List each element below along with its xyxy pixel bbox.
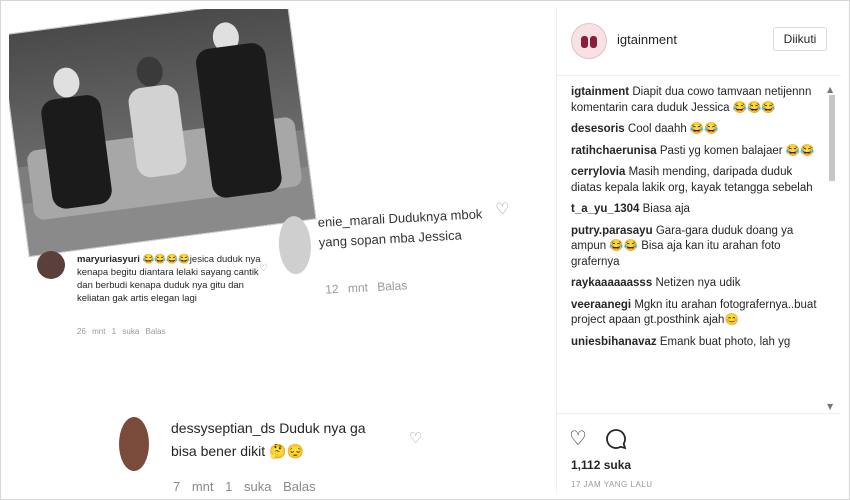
comments-list[interactable]: igtainment Diapit dua cowo tamvaan netij… bbox=[571, 85, 826, 411]
comment-username[interactable]: raykaaaaaasss bbox=[571, 277, 652, 289]
following-button[interactable]: Diikuti bbox=[773, 27, 827, 51]
heart-icon: ♡ bbox=[494, 200, 511, 219]
heart-icon[interactable]: ♡ bbox=[569, 426, 587, 450]
comment-item: desesoris Cool daahh 😂😂 bbox=[571, 122, 826, 138]
comment-item: ratihchaerunisa Pasti yg komen balajaer … bbox=[571, 144, 826, 160]
heart-icon: ♡ bbox=[259, 263, 268, 274]
comment-screenshot: dessyseptian_ds Duduk nya ga bisa bener … bbox=[117, 415, 427, 493]
comment-username[interactable]: ratihchaerunisa bbox=[571, 145, 657, 157]
comment-username: dessyseptian_ds bbox=[171, 420, 276, 436]
comment-meta: 7 mnt 1 suka Balas bbox=[173, 479, 316, 493]
comment-screenshot: enie_marali Duduknya mbok yang sopan mba… bbox=[277, 196, 522, 318]
comment-text: Pasti yg komen balajaer 😂😂 bbox=[659, 144, 815, 157]
comment-username[interactable]: putry.parasayu bbox=[571, 225, 653, 237]
comment-username[interactable]: igtainment bbox=[571, 86, 629, 98]
comment-text: Emank buat photo, lah yg bbox=[659, 335, 791, 348]
comment-username: maryuriasyuri bbox=[77, 254, 140, 265]
comment-username: enie_marali bbox=[317, 211, 386, 230]
post-image: maryuriasyuri 😂😂😂😂jesica duduk nya kenap… bbox=[9, 9, 549, 493]
instagram-post-frame: maryuriasyuri 😂😂😂😂jesica duduk nya kenap… bbox=[0, 0, 850, 500]
post-sidebar: igtainment Diikuti igtainment Diapit dua… bbox=[556, 9, 841, 493]
comment-item: raykaaaaaasss Netizen nya udik bbox=[571, 276, 826, 292]
comment-meta: 12 mnt Balas bbox=[324, 278, 408, 297]
comment-username[interactable]: veeraanegi bbox=[571, 299, 631, 311]
comment-item: cerrylovia Masih mending, daripada duduk… bbox=[571, 165, 826, 196]
post-header: igtainment Diikuti bbox=[557, 9, 841, 76]
comment-item: t_a_yu_1304 Biasa aja bbox=[571, 202, 826, 218]
comment-username[interactable]: uniesbihanavaz bbox=[571, 336, 657, 348]
comment-username[interactable]: t_a_yu_1304 bbox=[571, 203, 639, 215]
heart-icon: ♡ bbox=[409, 430, 423, 447]
avatar[interactable] bbox=[571, 23, 607, 59]
avatar bbox=[37, 251, 65, 279]
comment-username[interactable]: desesoris bbox=[571, 123, 625, 135]
comments-scrollbar[interactable]: ▲ ▼ bbox=[827, 85, 837, 411]
username-link[interactable]: igtainment bbox=[617, 32, 677, 47]
comment-text: Netizen nya udik bbox=[655, 277, 741, 289]
scroll-down-icon[interactable]: ▼ bbox=[827, 402, 833, 411]
comment-icon[interactable] bbox=[605, 428, 627, 450]
avatar bbox=[277, 215, 313, 275]
likes-count[interactable]: 1,112 suka bbox=[571, 458, 631, 472]
comment-item: veeraanegi Mgkn itu arahan fotografernya… bbox=[571, 298, 826, 329]
scroll-up-icon[interactable]: ▲ bbox=[827, 85, 833, 94]
comment-meta: 26 mnt 1 suka Balas bbox=[77, 327, 166, 336]
comment-username[interactable]: cerrylovia bbox=[571, 166, 625, 178]
comment-item: igtainment Diapit dua cowo tamvaan netij… bbox=[571, 85, 826, 116]
comment-item: putry.parasayu Gara-gara duduk doang ya … bbox=[571, 224, 826, 271]
post-actions: ♡ 1,112 suka 17 JAM YANG LALU bbox=[557, 413, 841, 494]
scrollbar-thumb[interactable] bbox=[829, 95, 835, 181]
avatar bbox=[119, 417, 149, 471]
post-photo bbox=[9, 9, 317, 257]
post-timestamp: 17 JAM YANG LALU bbox=[571, 480, 653, 489]
comment-text: Cool daahh 😂😂 bbox=[627, 123, 719, 135]
comment-item: uniesbihanavaz Emank buat photo, lah yg bbox=[571, 335, 826, 351]
comment-text: Biasa aja bbox=[642, 203, 690, 215]
